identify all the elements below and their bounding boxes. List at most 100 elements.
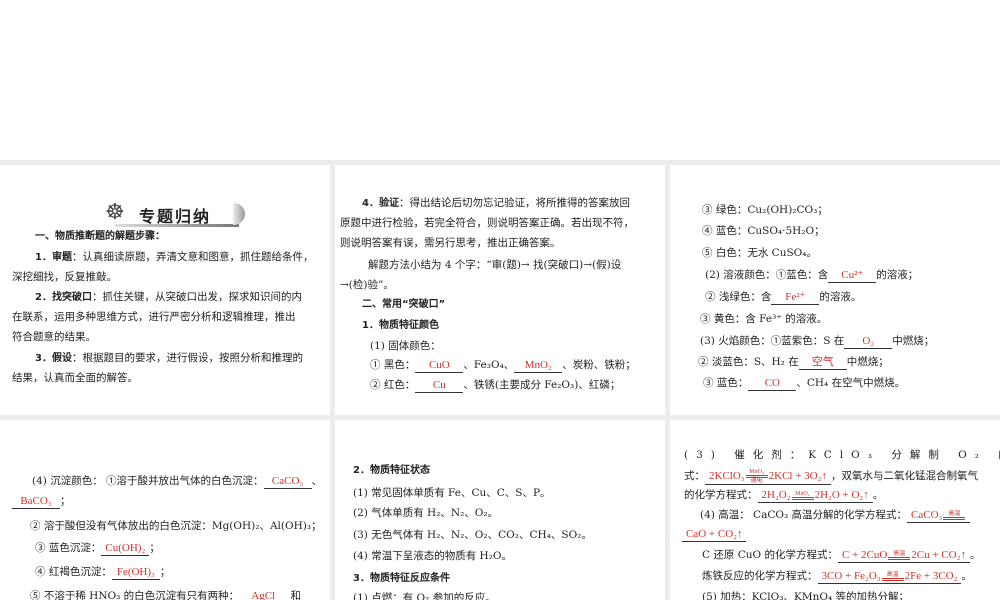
condition-under: 通电 <box>750 477 763 484</box>
text-segment: 符合题意的结果。 <box>12 331 96 343</box>
text-segment: ，双氧水与二氧化锰混合制氧气 <box>830 470 978 482</box>
text-line: ② 红色： Cu 、铁锈(主要成分 Fe₂O₃)、红磷； <box>370 377 620 393</box>
answer-text: O₂ <box>862 335 875 347</box>
text-line: (2) 气体单质有 H₂、N₂、O₂。 <box>353 505 498 521</box>
text-segment: ② 红色： <box>370 379 416 391</box>
text-line: 2．物质特征状态 <box>353 462 430 479</box>
text-segment: (3) 催化剂：KClO₃ 分解制 O₂ 的化学方程 <box>684 449 1000 461</box>
slide-panel-2[interactable]: 4．验证：得出结论后切勿忘记验证，将所推得的答案放回原题中进行检验，若完全符合，… <box>335 165 665 415</box>
text-line: 式： 2KClO₃ MnO₂ 通电 2KCl + 3O₂↑ ，双氧水与二氧化锰混合制氧气 <box>684 468 978 485</box>
text-segment: 中燃烧； <box>846 356 889 368</box>
answer-blank: C + 2CuO 高温 2Cu + CO₂↑ <box>837 549 970 563</box>
answer-blank: CaCO₃ <box>263 475 312 489</box>
reaction-condition: MnO₂ <box>791 491 814 500</box>
answer-text: CO <box>764 377 780 389</box>
text-line: 的化学方程式： 2H₂O₂ MnO₂ 2H₂O + O₂↑。 <box>684 487 883 503</box>
answer-blank: Fe²⁺ <box>771 291 820 305</box>
text-segment: ； <box>60 495 71 507</box>
bold-heading: 4．验证 <box>362 198 399 209</box>
text-segment: 炼铁反应的化学方程式： <box>702 570 818 582</box>
answer-text: 2H₂O + O₂↑ <box>814 489 869 501</box>
text-line: 炼铁反应的化学方程式： 3CO + Fe₂O₃ 高温 2Fe + 3CO₂。 <box>702 568 972 584</box>
equals-sign <box>881 577 904 581</box>
answer-text: 2H₂O₂ <box>761 489 791 501</box>
text-segment: (2) 气体单质有 H₂、N₂、O₂。 <box>353 507 499 519</box>
text-line: ② 淡蓝色：S、H₂ 在空气 中燃烧； <box>698 354 889 370</box>
text-line: 深挖细找，反复推敲。 <box>12 269 117 285</box>
text-line: ④ 蓝色：CuSO₄·5H₂O； <box>702 223 825 239</box>
text-line: ③ 蓝色沉淀： Cu(OH)₂； <box>35 540 160 556</box>
slide-panel-1[interactable]: ☸ 专题归纳 一、物质推断题的解题步骤： 1．审题：认真细读原题，弄清文意和图意，… <box>0 165 330 415</box>
text-segment: ：抓住关键，从突破口出发，探求知识间的内 <box>91 291 302 303</box>
text-segment: ② 溶于酸但没有气体放出的白色沉淀：Mg(OH)₂、Al(OH)₃； <box>30 520 322 532</box>
answer-text: Cu(OH)₂ <box>105 542 146 554</box>
answer-blank: MnO₂ <box>514 359 563 373</box>
equals-sign <box>791 496 814 500</box>
section-title-banner: ☸ 专题归纳 <box>105 201 245 227</box>
slide-panel-6[interactable]: (3) 催化剂：KClO₃ 分解制 O₂ 的化学方程式：2KClO₃MnO₂通电… <box>670 420 1000 600</box>
reaction-condition: 高温 <box>881 572 904 581</box>
text-segment: ③ 黄色：含 Fe³⁺ 的溶液。 <box>700 313 828 325</box>
text-line: (4) 沉淀颜色： ①溶于酸并放出气体的白色沉淀： CaCO₃ 、 <box>32 473 322 489</box>
text-line: 结果，认真而全面的解答。 <box>12 370 138 386</box>
text-segment: 在联系，运用多种思维方式，进行严密分析和逻辑推理，推出 <box>12 311 296 323</box>
text-segment: 的化学方程式： <box>684 489 758 501</box>
bold-heading: 3．假设 <box>35 353 72 364</box>
text-segment: 。 <box>961 570 972 582</box>
slide-panel-5[interactable]: 2．物质特征状态 (1) 常见固体单质有 Fe、Cu、C、S、P。 (2) 气体单质… <box>335 420 665 600</box>
text-segment: ：根据题目的要求，进行假设，按照分析和推理的 <box>71 352 303 364</box>
text-segment: ⑤ 不溶于稀 HNO₃ 的白色沉淀有只有两种： <box>30 590 240 600</box>
text-line: 解题方法小结为 4 个字：“审(题)→ 找(突破口)→(假)设 <box>368 257 621 273</box>
answer-blank: AgCl <box>239 590 287 600</box>
text-line: →(检)验”。 <box>340 277 394 293</box>
text-line: ③ 绿色：Cu₂(OH)₂CO₃； <box>702 202 828 218</box>
text-line: 3．假设：根据题目的要求，进行假设，按照分析和推理的 <box>35 350 303 367</box>
text-line: ① 黑色： CuO 、Fe₃O₄、 MnO₂ 、炭粉、铁粉； <box>370 357 636 373</box>
text-segment: ④ 红褐色沉淀： <box>35 566 112 578</box>
text-segment: ④ 蓝色：CuSO₄·5H₂O； <box>702 225 825 237</box>
text-line: 原题中进行检验，若完全符合，则说明答案正确。若出现不符， <box>340 215 634 231</box>
text-segment: ③ 蓝色： <box>703 377 749 389</box>
text-line: ③ 黄色：含 Fe³⁺ 的溶液。 <box>700 311 827 327</box>
text-segment: 、Fe₃O₄、 <box>463 359 515 371</box>
text-segment: 式： <box>684 470 705 482</box>
text-line: (2) 溶液颜色：①蓝色：含 Cu²⁺ 的溶液； <box>705 267 918 283</box>
answer-blank: CaO + CO₂↑ <box>682 528 747 542</box>
text-line: 1．审题：认真细读原题，弄清文意和图意，抓住题给条件， <box>35 249 313 266</box>
slide-panel-4[interactable]: (4) 沉淀颜色： ①溶于酸并放出气体的白色沉淀： CaCO₃ 、 BaCO₃ ； ② 溶… <box>0 420 330 600</box>
text-segment: ：得出结论后切勿忘记验证，将所推得的答案放回 <box>398 197 630 209</box>
text-segment: (1) 常见固体单质有 Fe、Cu、C、S、P。 <box>353 487 551 499</box>
text-line: ③ 蓝色： CO 、CH₄ 在空气中燃烧。 <box>703 375 905 391</box>
text-segment: ⑤ 白色：无水 CuSO₄。 <box>702 247 817 259</box>
bold-heading: 1．物质特征颜色 <box>362 320 439 331</box>
answer-text: C + 2CuO <box>841 549 888 561</box>
text-segment: 则说明答案有误，需另行思考，推出正确答案。 <box>340 237 561 249</box>
text-line: 2．找突破口：抓住关键，从突破口出发，探求知识间的内 <box>35 289 302 306</box>
answer-text: CaCO₃ <box>911 509 943 521</box>
title-underline <box>115 224 239 227</box>
text-segment: (3) 无色气体有 H₂、N₂、O₂、CO₂、CH₄、SO₂。 <box>353 529 592 541</box>
bold-heading: 2．物质特征状态 <box>353 465 430 476</box>
text-line: (3) 无色气体有 H₂、N₂、O₂、CO₂、CH₄、SO₂。 <box>353 527 592 543</box>
text-line: ② 浅绿色：含 Fe²⁺ 的溶液。 <box>705 289 861 305</box>
text-line: BaCO₃ ； <box>12 493 71 509</box>
text-segment: ② 淡蓝色：S、H₂ 在 <box>698 356 799 368</box>
answer-text: Fe(OH)₃ <box>116 566 155 578</box>
answer-text: AgCl <box>251 590 276 600</box>
text-line: 4．验证：得出结论后切勿忘记验证，将所推得的答案放回 <box>362 195 630 212</box>
text-segment: ； <box>159 566 171 578</box>
text-line: 则说明答案有误，需另行思考，推出正确答案。 <box>340 235 561 251</box>
bold-heading: 一、物质推断题的解题步骤： <box>35 231 165 242</box>
text-line: (3) 催化剂：KClO₃ 分解制 O₂ 的化学方程 <box>684 447 1000 463</box>
answer-blank: 空气 <box>798 356 847 370</box>
text-segment: ③ 绿色：Cu₂(OH)₂CO₃； <box>702 204 828 216</box>
answer-blank: 2KClO₃ MnO₂ 通电 2KCl + 3O₂↑ <box>705 469 831 485</box>
answer-blank: Cu²⁺ <box>828 269 877 283</box>
answer-blank: BaCO₃ <box>12 495 60 509</box>
bold-heading: 二、常用“突破口” <box>362 299 446 310</box>
answer-text: Cu²⁺ <box>841 269 864 281</box>
text-segment: ； <box>149 542 160 554</box>
text-segment: 原题中进行检验，若完全符合，则说明答案正确。若出现不符， <box>340 217 634 229</box>
ship-wheel-icon: ☸ <box>105 200 125 225</box>
slide-panel-3[interactable]: ③ 绿色：Cu₂(OH)₂CO₃； ④ 蓝色：CuSO₄·5H₂O； ⑤ 白色：无水… <box>670 165 1000 415</box>
